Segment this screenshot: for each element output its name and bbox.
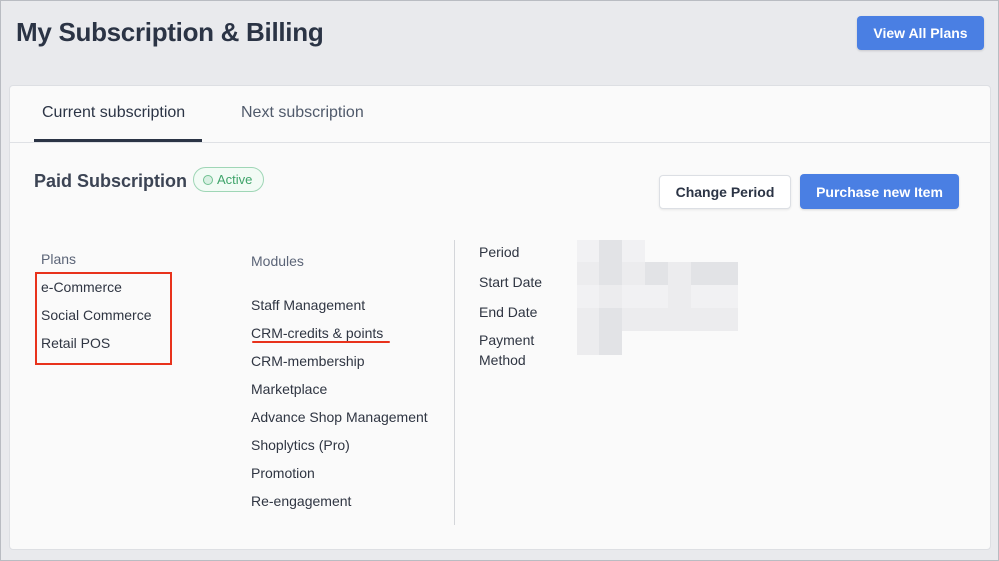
modules-heading: Modules [251, 253, 304, 269]
page-title: My Subscription & Billing [16, 17, 324, 47]
plan-item: Retail POS [41, 335, 111, 351]
view-all-plans-button[interactable]: View All Plans [857, 16, 984, 50]
subscription-title: Paid Subscription [34, 171, 188, 191]
detail-label-end-date: End Date [479, 304, 538, 320]
status-badge: Active [193, 167, 264, 192]
tab-next-subscription[interactable]: Next subscription [241, 104, 364, 122]
module-item: Staff Management [251, 297, 366, 313]
plans-heading: Plans [41, 251, 77, 267]
module-item: CRM-membership [251, 353, 365, 369]
detail-label-payment-method: Payment Method [479, 332, 535, 368]
module-item: Shoplytics (Pro) [251, 437, 350, 453]
change-period-button[interactable]: Change Period [659, 175, 791, 209]
purchase-new-item-button[interactable]: Purchase new Item [800, 174, 959, 209]
module-item: Marketplace [251, 381, 328, 397]
column-divider [454, 240, 455, 525]
status-dot-icon [203, 174, 213, 185]
module-item: Re-engagement [251, 493, 352, 509]
module-item: CRM-credits & points [251, 325, 384, 341]
module-highlight-underline [252, 341, 390, 343]
plan-item: Social Commerce [41, 307, 152, 323]
module-item: Advance Shop Management [251, 409, 428, 425]
subscription-card: Current subscription Next subscription P… [9, 85, 991, 550]
module-item: Promotion [251, 465, 315, 481]
detail-label-start-date: Start Date [479, 274, 543, 290]
status-badge-label: Active [217, 172, 253, 187]
plan-item: e-Commerce [41, 279, 122, 295]
tab-bar: Current subscription Next subscription [10, 86, 990, 143]
tab-current-subscription[interactable]: Current subscription [42, 104, 185, 122]
detail-label-period: Period [479, 244, 520, 260]
active-tab-indicator [34, 139, 202, 142]
